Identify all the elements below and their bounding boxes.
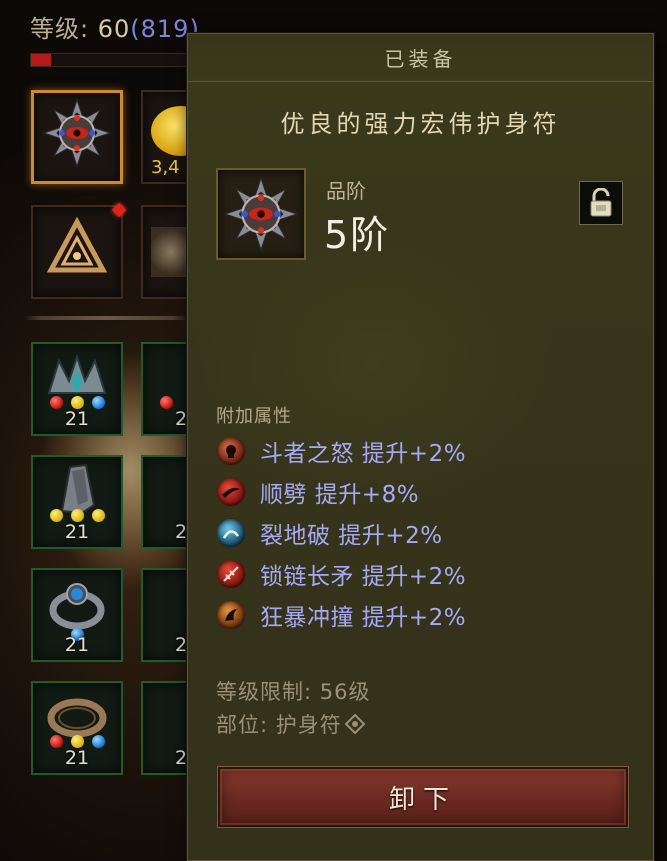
item-level: 21: [64, 634, 90, 656]
gear-slot-partial-4[interactable]: 2: [141, 681, 193, 775]
unlock-icon: [590, 188, 612, 217]
tier-value: 5阶: [324, 213, 391, 257]
amulet-icon: [223, 176, 299, 252]
ring-icon: [47, 698, 107, 738]
lock-toggle-button[interactable]: [579, 181, 623, 225]
attribute-text: 狂暴冲撞 提升+2%: [260, 605, 467, 631]
player-level: 等级: 60(819): [30, 9, 200, 44]
item-level: 2: [175, 634, 188, 656]
xp-bar-fill: [31, 54, 52, 66]
gear-slot-partial-1[interactable]: 2: [141, 342, 193, 436]
attributes-title: 附加属性: [216, 406, 292, 427]
triangle-rune-icon: [46, 217, 108, 273]
attribute-row: 锁链长矛 提升+2%: [216, 556, 466, 592]
attribute-text: 裂地破 提升+2%: [260, 523, 443, 549]
amulet-slot-icon: [344, 713, 366, 735]
item-level: 2: [175, 521, 188, 543]
attribute-text: 斗者之怒 提升+2%: [260, 441, 467, 467]
gear-slot-partial-2[interactable]: 2: [141, 455, 193, 549]
attribute-row: 裂地破 提升+2%: [216, 515, 443, 551]
gold-slot[interactable]: 3,4: [141, 90, 211, 184]
item-level: 2: [175, 747, 188, 769]
cleave-icon: [216, 477, 246, 507]
inventory-divider: [24, 316, 189, 320]
item-level: 21: [64, 747, 90, 769]
rune-slot[interactable]: [31, 202, 127, 299]
level-requirement: 等级限制: 56级: [216, 680, 371, 704]
item-level: 21: [64, 521, 90, 543]
attribute-text: 顺劈 提升+8%: [260, 482, 420, 508]
unequip-button[interactable]: 卸下: [217, 766, 629, 828]
slot-label: 部位: 护身符: [216, 713, 342, 737]
gold-count: 3,4: [151, 157, 180, 178]
bracer-slot[interactable]: 21: [31, 455, 123, 549]
equipped-header: 已装备: [188, 34, 653, 82]
helm-slot[interactable]: 21: [31, 342, 123, 436]
level-number: 60: [97, 15, 131, 43]
ground-stomp-icon: [216, 518, 246, 548]
ring-slot[interactable]: 21: [31, 568, 123, 662]
item-tooltip-panel: 已装备 优良的强力宏伟护身符 品阶 5阶 附加属性 斗者之怒 提升+2% 顺劈 …: [187, 33, 654, 861]
fist-fury-icon: [216, 436, 246, 466]
misc-slot[interactable]: [141, 205, 193, 299]
item-icon-frame: [216, 168, 306, 260]
xp-bar: [30, 53, 200, 67]
ring-slot-2[interactable]: 21: [31, 681, 123, 775]
amulet-slot[interactable]: [31, 90, 123, 184]
equipment-slot-info: 部位: 护身符: [216, 709, 366, 739]
attribute-row: 斗者之怒 提升+2%: [216, 433, 466, 469]
item-level: 21: [64, 408, 90, 430]
amulet-icon: [42, 98, 112, 169]
attribute-row: 顺劈 提升+8%: [216, 474, 419, 510]
ring-icon: [49, 583, 105, 630]
attribute-text: 锁链长矛 提升+2%: [260, 564, 467, 590]
tier-label: 品阶: [326, 179, 366, 203]
item-name: 优良的强力宏伟护身符: [280, 110, 561, 138]
item-level: 2: [175, 408, 188, 430]
chain-spear-icon: [216, 559, 246, 589]
level-prefix: 等级:: [30, 15, 98, 43]
gear-slot-partial-3[interactable]: 2: [141, 568, 193, 662]
attribute-row: 狂暴冲撞 提升+2%: [216, 597, 466, 633]
misc-item-icon: [151, 227, 191, 277]
frenzy-charge-icon: [216, 600, 246, 630]
